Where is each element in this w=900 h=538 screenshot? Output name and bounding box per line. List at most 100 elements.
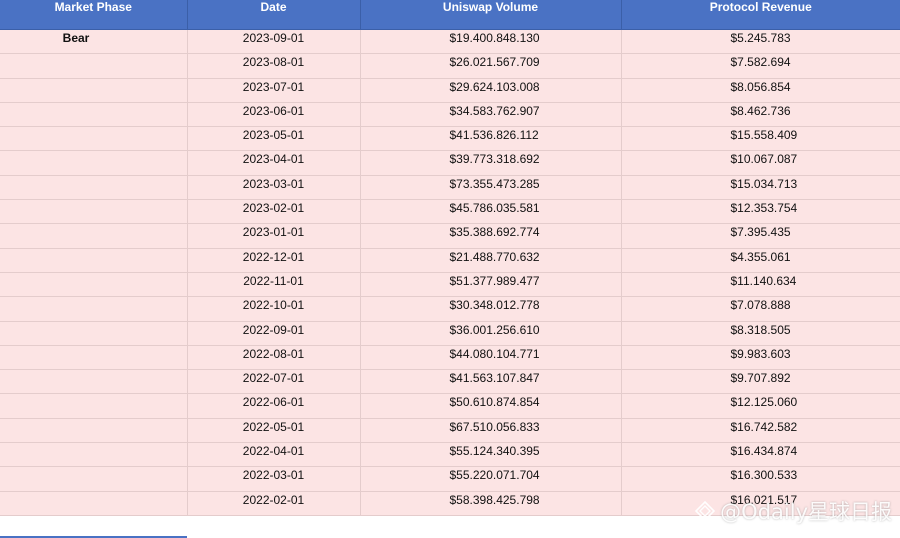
cell-protocol-revenue[interactable]: $7.582.694 — [621, 53, 900, 79]
cell-date[interactable]: 2023-08-01 — [187, 53, 361, 79]
cell-date[interactable]: 2023-03-01 — [187, 175, 361, 201]
table-row: 2022-09-01 $36.001.256.610 $8.318.505 — [0, 321, 900, 346]
cell-uniswap-volume[interactable]: $55.220.071.704 — [360, 466, 622, 492]
cell-uniswap-volume-value: $73.355.473.285 — [449, 176, 540, 191]
cell-uniswap-volume[interactable]: $29.624.103.008 — [360, 78, 622, 103]
column-header-date[interactable]: Date — [187, 0, 361, 30]
cell-date[interactable]: 2023-07-01 — [187, 78, 361, 103]
table-row: 2023-07-01 $29.624.103.008 $8.056.854 — [0, 78, 900, 103]
cell-protocol-revenue-value: $15.034.713 — [730, 176, 798, 191]
cell-protocol-revenue[interactable]: $7.078.888 — [621, 296, 900, 322]
cell-protocol-revenue[interactable]: $4.355.061 — [621, 248, 900, 273]
cell-date[interactable]: 2022-08-01 — [187, 345, 361, 371]
cell-uniswap-volume[interactable]: $36.001.256.610 — [360, 321, 622, 346]
cell-date[interactable]: 2022-12-01 — [187, 248, 361, 273]
cell-date[interactable]: 2022-07-01 — [187, 369, 361, 395]
cell-protocol-revenue[interactable]: $5.245.783 — [621, 29, 900, 55]
cell-date[interactable]: 2022-11-01 — [187, 272, 361, 298]
column-header-market-phase[interactable]: Market Phase — [0, 0, 188, 30]
cell-date[interactable]: 2023-01-01 — [187, 223, 361, 249]
cell-market-phase[interactable] — [0, 442, 188, 468]
cell-uniswap-volume[interactable]: $50.610.874.854 — [360, 393, 622, 419]
cell-market-phase[interactable] — [0, 175, 188, 201]
cell-market-phase[interactable]: Bear — [0, 29, 188, 55]
cell-uniswap-volume-value: $39.773.318.692 — [449, 152, 540, 167]
cell-market-phase[interactable] — [0, 466, 188, 492]
cell-protocol-revenue[interactable]: $12.125.060 — [621, 393, 900, 419]
cell-uniswap-volume[interactable]: $55.124.340.395 — [360, 442, 622, 468]
cell-market-phase[interactable] — [0, 272, 188, 298]
cell-protocol-revenue[interactable]: $16.434.874 — [621, 442, 900, 468]
cell-uniswap-volume[interactable]: $67.510.056.833 — [360, 418, 622, 444]
cell-uniswap-volume[interactable]: $51.377.989.477 — [360, 272, 622, 298]
data-table: Market Phase Date Uniswap Volume Protoco… — [0, 0, 900, 516]
cell-protocol-revenue[interactable]: $16.742.582 — [621, 418, 900, 444]
cell-protocol-revenue[interactable]: $16.300.533 — [621, 466, 900, 492]
table-row: 2022-11-01 $51.377.989.477 $11.140.634 — [0, 272, 900, 298]
cell-protocol-revenue[interactable]: $9.707.892 — [621, 369, 900, 395]
cell-protocol-revenue[interactable]: $16.021.517 — [621, 491, 900, 516]
cell-uniswap-volume[interactable]: $44.080.104.771 — [360, 345, 622, 371]
column-header-uniswap-volume[interactable]: Uniswap Volume — [360, 0, 622, 30]
cell-market-phase[interactable] — [0, 102, 188, 128]
cell-uniswap-volume[interactable]: $39.773.318.692 — [360, 150, 622, 176]
cell-uniswap-volume-value: $30.348.012.778 — [449, 298, 540, 313]
cell-market-phase[interactable] — [0, 248, 188, 273]
cell-uniswap-volume[interactable]: $45.786.035.581 — [360, 199, 622, 225]
cell-date-value: 2023-05-01 — [242, 128, 305, 143]
cell-market-phase[interactable] — [0, 223, 188, 249]
cell-date[interactable]: 2023-06-01 — [187, 102, 361, 128]
cell-date[interactable]: 2022-10-01 — [187, 296, 361, 322]
cell-uniswap-volume-value: $51.377.989.477 — [449, 273, 540, 288]
cell-market-phase[interactable] — [0, 296, 188, 322]
cell-protocol-revenue-value: $12.353.754 — [730, 201, 798, 216]
table-row: 2022-07-01 $41.563.107.847 $9.707.892 — [0, 369, 900, 395]
cell-date[interactable]: 2023-05-01 — [187, 126, 361, 152]
cell-protocol-revenue[interactable]: $10.067.087 — [621, 150, 900, 176]
cell-uniswap-volume[interactable]: $30.348.012.778 — [360, 296, 622, 322]
cell-protocol-revenue[interactable]: $11.140.634 — [621, 272, 900, 298]
cell-date[interactable]: 2023-04-01 — [187, 150, 361, 176]
table-row: 2022-12-01 $21.488.770.632 $4.355.061 — [0, 248, 900, 273]
cell-uniswap-volume[interactable]: $19.400.848.130 — [360, 29, 622, 55]
cell-date[interactable]: 2023-09-01 — [187, 29, 361, 55]
table-row: 2022-04-01 $55.124.340.395 $16.434.874 — [0, 442, 900, 468]
cell-date[interactable]: 2022-04-01 — [187, 442, 361, 468]
cell-date[interactable]: 2022-02-01 — [187, 491, 361, 516]
cell-protocol-revenue[interactable]: $15.558.409 — [621, 126, 900, 152]
cell-market-phase[interactable] — [0, 321, 188, 346]
cell-date[interactable]: 2022-05-01 — [187, 418, 361, 444]
cell-protocol-revenue[interactable]: $15.034.713 — [621, 175, 900, 201]
cell-uniswap-volume[interactable]: $21.488.770.632 — [360, 248, 622, 273]
cell-date[interactable]: 2022-09-01 — [187, 321, 361, 346]
cell-market-phase[interactable] — [0, 199, 188, 225]
cell-uniswap-volume[interactable]: $34.583.762.907 — [360, 102, 622, 128]
cell-protocol-revenue[interactable]: $8.462.736 — [621, 102, 900, 128]
column-header-protocol-revenue[interactable]: Protocol Revenue — [621, 0, 900, 30]
cell-market-phase[interactable] — [0, 491, 188, 516]
cell-uniswap-volume[interactable]: $26.021.567.709 — [360, 53, 622, 79]
cell-market-phase[interactable] — [0, 53, 188, 79]
cell-protocol-revenue[interactable]: $12.353.754 — [621, 199, 900, 225]
cell-market-phase[interactable] — [0, 78, 188, 103]
cell-market-phase[interactable] — [0, 369, 188, 395]
cell-market-phase[interactable] — [0, 345, 188, 371]
cell-market-phase[interactable] — [0, 418, 188, 444]
cell-date[interactable]: 2022-03-01 — [187, 466, 361, 492]
cell-protocol-revenue[interactable]: $7.395.435 — [621, 223, 900, 249]
cell-uniswap-volume[interactable]: $35.388.692.774 — [360, 223, 622, 249]
cell-market-phase[interactable] — [0, 126, 188, 152]
cell-market-phase[interactable] — [0, 150, 188, 176]
cell-date-value: 2022-10-01 — [242, 298, 305, 313]
cell-date[interactable]: 2023-02-01 — [187, 199, 361, 225]
cell-protocol-revenue[interactable]: $9.983.603 — [621, 345, 900, 371]
cell-protocol-revenue[interactable]: $8.056.854 — [621, 78, 900, 103]
cell-uniswap-volume[interactable]: $58.398.425.798 — [360, 491, 622, 516]
cell-date[interactable]: 2022-06-01 — [187, 393, 361, 419]
cell-protocol-revenue[interactable]: $8.318.505 — [621, 321, 900, 346]
cell-date-value: 2023-02-01 — [242, 201, 305, 216]
cell-market-phase[interactable] — [0, 393, 188, 419]
cell-uniswap-volume[interactable]: $41.536.826.112 — [360, 126, 622, 152]
cell-uniswap-volume[interactable]: $41.563.107.847 — [360, 369, 622, 395]
cell-uniswap-volume[interactable]: $73.355.473.285 — [360, 175, 622, 201]
